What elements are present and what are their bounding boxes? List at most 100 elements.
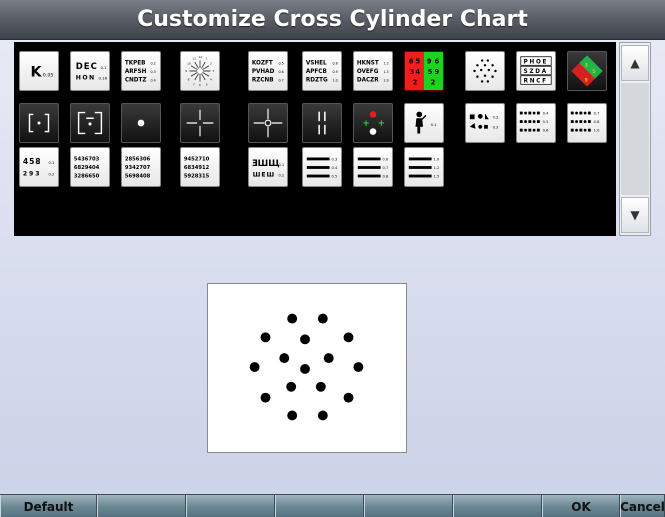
tile-text: 0.2 [49, 173, 55, 177]
svg-text:1: 1 [206, 57, 208, 61]
chart-tile-tumbling-e-4[interactable]: 1.0 1.2 1.5 [404, 147, 444, 187]
tile-text: 0.2 [493, 115, 499, 119]
ok-button[interactable]: OK [542, 495, 620, 517]
chart-tile-numbers-2[interactable]: 5436703 6829404 3286650 [70, 147, 110, 187]
bottom-toolbar: Default OK Cancel [0, 494, 665, 517]
tile-text: 3286650 [74, 173, 100, 179]
chart-tile-hknst[interactable]: HKNST 1.2 OVEFG 1.5 DACZR 2.0 [353, 51, 393, 91]
default-button[interactable]: Default [0, 495, 97, 517]
svg-text:5: 5 [206, 82, 208, 86]
chart-tile-cross[interactable] [180, 103, 220, 143]
chart-tile-kozft[interactable]: KOZFT 0.5 PVHAD 0.6 RZCNB 0.7 [248, 51, 288, 91]
chart-tile-bracket-square[interactable] [70, 103, 110, 143]
tile-text: 0.6 [383, 157, 389, 161]
tile-text: 293 [23, 171, 42, 178]
chart-tile-cross-circle[interactable] [248, 103, 288, 143]
tile-text: 0.4 [151, 78, 156, 82]
triangle-down-icon: ▼ [630, 208, 640, 222]
tile-text: 6834912 [184, 165, 210, 171]
scroll-down-button[interactable]: ▼ [621, 197, 649, 233]
window-title: Customize Cross Cylinder Chart [137, 7, 528, 32]
tile-text: 9452710 [184, 156, 210, 162]
tile-text: 2 [413, 78, 418, 86]
tile-text: 0.6 [278, 70, 283, 74]
tile-text: RDZTG [306, 77, 328, 83]
tile-text: 0.5 [332, 174, 338, 178]
svg-text:12: 12 [199, 55, 203, 59]
tile-text: PHOE [524, 59, 549, 65]
chart-tile-tumbling-e-3[interactable]: 0.6 0.7 0.8 [353, 147, 393, 187]
dot-pattern-icon [473, 59, 497, 83]
chart-tile-figure[interactable]: 0.1 [404, 103, 444, 143]
default-button-label: Default [23, 499, 74, 514]
clock-dial-icon: 123 69 12 1110 45 78 [185, 55, 214, 87]
tile-text: TKPEB [125, 60, 146, 66]
dot-pattern-preview-icon [249, 313, 364, 421]
tile-text: 5 [428, 68, 433, 76]
empty-button[interactable] [453, 495, 542, 517]
vertical-scrollbar[interactable]: ▲ ▼ [619, 42, 651, 236]
tile-text: 0.7 [278, 78, 283, 82]
worth-four-dot-icon: 3 5 9 [571, 55, 603, 87]
svg-text:11: 11 [192, 57, 196, 61]
tile-text: 1.2 [434, 166, 440, 170]
tile-text: 0.1 [100, 65, 107, 70]
tile-text: 0.3 [332, 157, 338, 161]
chart-tile-numbers-3[interactable]: 2856306 9342707 5698408 [121, 147, 161, 187]
cross-circle-icon [253, 108, 283, 138]
tile-text: 0.8 [332, 61, 337, 65]
tile-text: APFCB [306, 69, 327, 75]
bracket-icon [77, 111, 103, 135]
chart-tile-fixation-dot[interactable] [121, 103, 161, 143]
tile-text: 0.3 [493, 126, 499, 130]
tile-text: 0.7 [594, 111, 600, 115]
tile-text: 5 [415, 57, 420, 65]
tile-text: ARFSH [125, 69, 147, 75]
chart-tile-tumbling-e-large[interactable]: ƎШЩ 0.1 ШEШ 0.2 [248, 147, 288, 187]
empty-button[interactable] [364, 495, 453, 517]
chart-tile-bracket-small[interactable] [19, 103, 59, 143]
fixation-dot-icon [137, 119, 145, 127]
scroll-track[interactable] [621, 83, 649, 195]
tile-text: 0.6 [543, 129, 549, 133]
tile-text: 1.5 [383, 70, 388, 74]
chart-tile-vshel[interactable]: VSHEL 0.8 APFCB 0.9 RDZTG 1.0 [302, 51, 342, 91]
chart-tile-numbers-4[interactable]: 9452710 6834912 5928315 [180, 147, 220, 187]
tile-text: 0.4 [543, 111, 549, 115]
chart-tile-clock-dial[interactable]: 12 3 69 12 11 10 45 78 [180, 51, 220, 91]
svg-text:5: 5 [592, 69, 595, 75]
chart-tile-k[interactable]: K 0.05 [19, 51, 59, 91]
chart-tile-worth-four-dot[interactable]: 3 5 9 [567, 51, 607, 91]
chart-grid: K 0.05 DEC 0.1 HON 0.16 TKPEB 0.2 ARFSH … [14, 42, 616, 236]
chart-tile-color-dots[interactable]: + + [353, 103, 393, 143]
chart-tile-tkpeb[interactable]: TKPEB 0.2 ARFSH 0.3 CNDTZ 0.4 [121, 51, 161, 91]
chart-tile-numbers-large[interactable]: 458 0.1 293 0.2 [19, 147, 59, 187]
tile-text: ШEШ [253, 172, 275, 179]
svg-text:6: 6 [199, 83, 201, 87]
scroll-up-button[interactable]: ▲ [621, 45, 649, 81]
tile-text: DACZR [357, 77, 379, 83]
chart-tile-phoe[interactable]: PHOE SZDA RNCF [516, 51, 556, 91]
chart-tile-pictures-3[interactable]: 0.7 0.8 1.0 [567, 103, 607, 143]
svg-text:7: 7 [193, 82, 195, 86]
chart-tile-dot-pattern[interactable] [465, 51, 505, 91]
tile-text: RZCNB [252, 77, 274, 83]
svg-text:9: 9 [585, 77, 588, 83]
tile-text: PVHAD [252, 69, 275, 75]
empty-button[interactable] [186, 495, 275, 517]
chart-tile-red-green[interactable]: 6 5 3 4 2 9 6 5 9 2 [404, 51, 444, 91]
color-dots-icon: + + [363, 111, 385, 135]
empty-button[interactable] [97, 495, 186, 517]
chart-tile-pictures-1[interactable]: 0.2 0.3 [465, 103, 505, 143]
svg-text:4: 4 [210, 78, 212, 82]
cancel-button[interactable]: Cancel [620, 495, 665, 517]
empty-button[interactable] [275, 495, 364, 517]
chart-tile-dec[interactable]: DEC 0.1 HON 0.16 [70, 51, 110, 91]
tile-text: 2.0 [383, 78, 388, 82]
chart-tile-pictures-2[interactable]: 0.4 0.5 0.6 [516, 103, 556, 143]
bracket-icon [28, 113, 50, 133]
chart-tile-tumbling-e-2[interactable]: 0.3 0.4 0.5 [302, 147, 342, 187]
chart-tile-vertical-lines[interactable] [302, 103, 342, 143]
tile-text: 0.9 [332, 70, 337, 74]
tile-text: 3 [410, 68, 415, 76]
